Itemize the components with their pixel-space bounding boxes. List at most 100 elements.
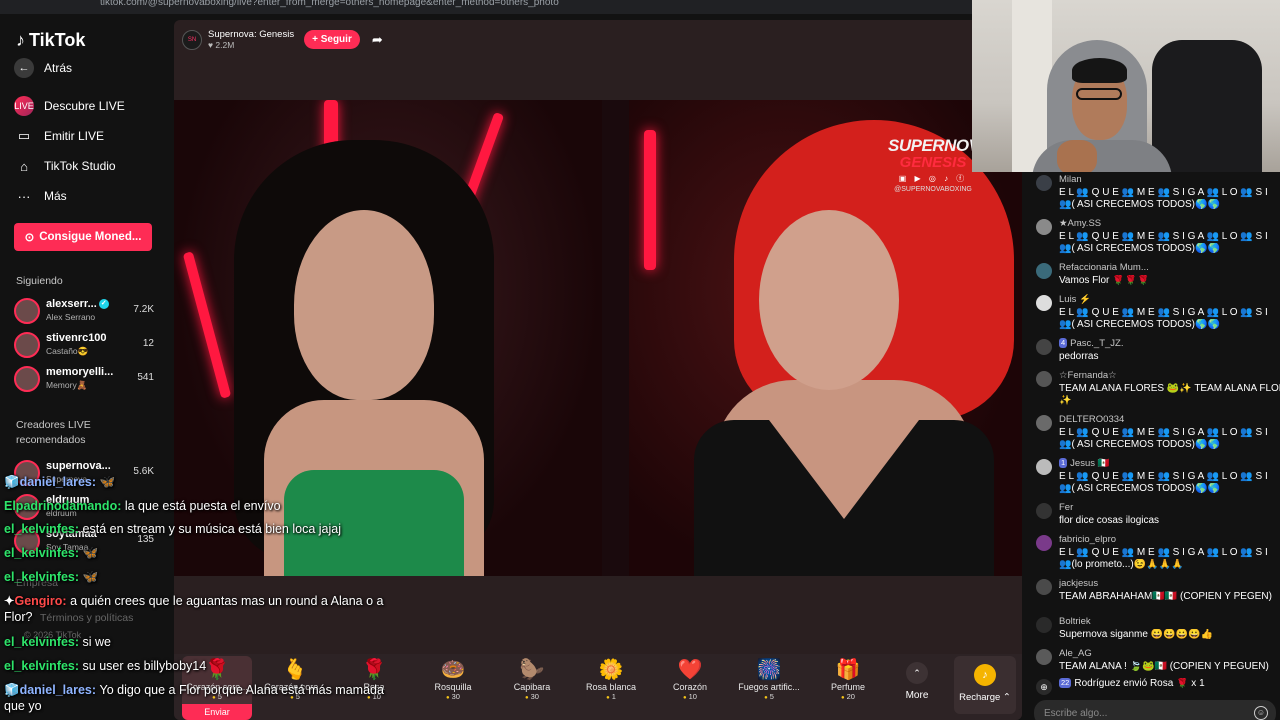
overlay-badge-icon: 🧊 <box>4 683 20 697</box>
overlay-chat-line: 🧊daniel_lares: 🦋 <box>4 474 404 490</box>
more-gifts-button[interactable]: ⌃ More <box>892 662 942 701</box>
chat-username[interactable]: 1 Jesus 🇲🇽 <box>1059 458 1280 471</box>
chat-text: E L 👥 Q U E 👥 M E 👥 S I G A 👥 L O 👥 S I <box>1059 426 1268 438</box>
chat-input[interactable]: Escribe algo... ☺ <box>1034 700 1276 720</box>
gift-item[interactable]: 🎆Fuegos artific...5 <box>734 656 804 716</box>
follow-button[interactable]: + Seguir <box>304 30 360 49</box>
webcam-glasses <box>1076 88 1122 100</box>
chat-username[interactable]: Refaccionaria Mum... <box>1059 262 1280 275</box>
studio-icon: ⌂ <box>20 158 28 174</box>
chevron-up-icon: ⌃ <box>906 662 928 684</box>
likes-count: 2.2M <box>215 40 235 50</box>
creator-subtitle: Castaño😎 <box>46 346 89 356</box>
tiktok-logo[interactable]: ♪ TikTok <box>16 30 85 51</box>
nav-item-emitir-live[interactable]: ▭ Emitir LIVE <box>14 126 104 146</box>
chat-avatar[interactable] <box>1036 295 1052 311</box>
chat-username[interactable]: fabricio_elpro <box>1059 534 1280 547</box>
nav-label: Más <box>44 189 67 203</box>
chat-username[interactable]: ★Amy.SS <box>1059 218 1280 231</box>
overlay-username: el_kelvinfes: <box>4 570 80 584</box>
gift-name: Rosquilla <box>434 682 472 692</box>
chat-message: Refaccionaria Mum... Vamos Flor 🌹🌹🌹 <box>1036 262 1280 287</box>
chat-input-placeholder: Escribe algo... <box>1044 708 1108 719</box>
emoji-icon[interactable]: ☺ <box>1254 706 1268 720</box>
chat-avatar[interactable] <box>1036 649 1052 665</box>
overlay-text: 🦋 <box>82 570 99 584</box>
chat-avatar[interactable] <box>1036 263 1052 279</box>
overlay-chat-line: el_kelvinfes: 🦋 <box>4 569 404 585</box>
gift-notice: ⊕ 22 Rodríguez envió Rosa 🌹 x 1 <box>1036 678 1280 695</box>
creator-name: memoryelli... <box>46 366 114 378</box>
nav-item-descubre-live[interactable]: LIVE Descubre LIVE <box>14 96 125 116</box>
following-item[interactable]: alexserr... ✓ Alex Serrano 7.2K <box>14 296 154 326</box>
brand-line2: GENESIS <box>899 154 967 171</box>
chat-avatar[interactable] <box>1036 339 1052 355</box>
gift-item[interactable]: 🦫Capibara30 <box>497 656 567 716</box>
gift-item[interactable]: ❤️Corazón10 <box>655 656 725 716</box>
chat-text: Supernova siganme 😀😀😀😀👍 <box>1059 628 1213 640</box>
viewer-count: 12 <box>142 338 154 349</box>
chat-username[interactable]: Boltriek <box>1059 616 1280 629</box>
supernova-brand-logo: SUPERNOVA GENESIS ▣ ▶ ◎ ♪ ⓕ @SUPERNOVABO… <box>888 136 990 193</box>
chat-avatar[interactable] <box>1036 415 1052 431</box>
chat-avatar[interactable] <box>1036 459 1052 475</box>
chat-username[interactable]: Ale_AG <box>1059 648 1280 661</box>
gift-name: Corazón <box>672 682 708 692</box>
overlay-text: 🦋 <box>99 475 116 489</box>
get-coins-button[interactable]: ⊙ Consigue Moned... <box>14 223 152 251</box>
recharge-button[interactable]: ♪ Recharge ⌃ <box>954 656 1016 714</box>
share-icon[interactable]: ➦ <box>372 32 383 48</box>
chat-avatar[interactable] <box>1036 503 1052 519</box>
neon-light <box>644 130 656 270</box>
chat-avatar[interactable] <box>1036 219 1052 235</box>
chat-username[interactable]: Milan <box>1059 174 1280 187</box>
chat-text: E L 👥 Q U E 👥 M E 👥 S I G A 👥 L O 👥 S I <box>1059 230 1268 242</box>
chat-username[interactable]: jackjesus <box>1059 578 1280 591</box>
gift-notice-icon: ⊕ <box>1036 679 1052 695</box>
creator-name: alexserr... ✓ <box>46 298 109 310</box>
chat-username[interactable]: 4 Pasc._T_JZ. <box>1059 338 1280 351</box>
gift-icon: 🎆 <box>756 659 782 681</box>
gift-notice-text: Rodríguez envió Rosa 🌹 x 1 <box>1074 678 1205 689</box>
creator-subtitle: Alex Serrano <box>46 312 96 322</box>
nav-label: Atrás <box>44 61 73 75</box>
overlay-username: el_kelvinfes: <box>4 546 80 560</box>
viewer-count: 541 <box>137 372 154 383</box>
chat-username[interactable]: Luis ⚡ <box>1059 294 1280 307</box>
following-title: Siguiendo <box>16 275 63 287</box>
host-name[interactable]: Supernova: Genesis <box>208 29 294 40</box>
chat-avatar[interactable] <box>1036 175 1052 191</box>
chat-username[interactable]: ☆Fernanda☆ <box>1059 370 1280 383</box>
host-avatar[interactable]: SN <box>182 29 202 50</box>
following-item[interactable]: memoryelli... Memory🧸 541 <box>14 364 154 394</box>
overlay-chat-line: el_kelvinfes: está en stream y su música… <box>4 521 404 537</box>
chat-message: ☆Fernanda☆ TEAM ALANA FLORES 🐸✨ TEAM ALAN… <box>1036 370 1280 408</box>
following-item[interactable]: stivenrc100 Castaño😎 12 <box>14 330 154 360</box>
chat-avatar[interactable] <box>1036 579 1052 595</box>
nav-item-atras[interactable]: ← Atrás <box>14 58 72 78</box>
chat-avatar[interactable] <box>1036 617 1052 633</box>
chat-message: Boltriek Supernova siganme 😀😀😀😀👍 <box>1036 616 1280 641</box>
get-coins-label: Consigue Moned... <box>39 231 142 243</box>
overlay-username: daniel_lares: <box>19 475 97 489</box>
verified-icon: ✓ <box>98 299 109 310</box>
avatar <box>14 298 40 324</box>
gift-item[interactable]: 🌼Rosa blanca1 <box>576 656 646 716</box>
overlay-chat-line: el_kelvinfes: si we <box>4 634 404 650</box>
live-chat-panel: Milan E L 👥 Q U E 👥 M E 👥 S I G A 👥 L O 👥… <box>1028 172 1280 720</box>
chat-text: TEAM ABRAHAHAM🇲🇽🇲🇽 (COPIEN Y PEGEN) <box>1059 590 1272 602</box>
chat-username[interactable]: DELTERO0334 <box>1059 414 1280 427</box>
gift-item[interactable]: 🍩Rosquilla30 <box>418 656 488 716</box>
chat-username[interactable]: Fer <box>1059 502 1280 515</box>
chat-avatar[interactable] <box>1036 371 1052 387</box>
nav-item-mas[interactable]: ··· Más <box>14 186 67 206</box>
nav-item-tiktok-studio[interactable]: ⌂ TikTok Studio <box>14 156 116 176</box>
webcam-body <box>1032 140 1172 172</box>
gift-icon: 🦫 <box>519 659 545 681</box>
gift-icon: 🌼 <box>598 659 624 681</box>
overlay-username: Elpadrinodamando: <box>4 499 122 513</box>
chat-avatar[interactable] <box>1036 535 1052 551</box>
gift-item[interactable]: 🎁Perfume20 <box>813 656 883 716</box>
nav-label: Emitir LIVE <box>44 129 105 143</box>
browser-url-bar[interactable]: tiktok.com/@supernovaboxing/live?enter_f… <box>0 0 972 14</box>
